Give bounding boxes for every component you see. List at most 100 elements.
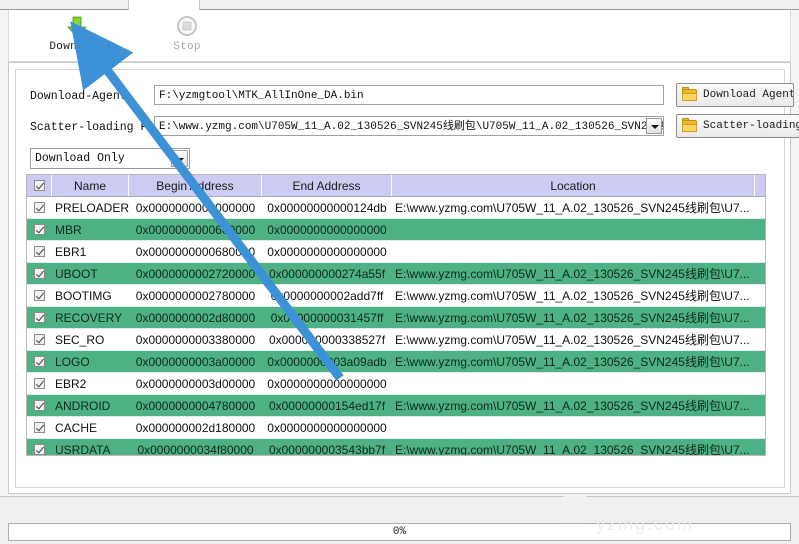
cell-begin-address: 0x0000000003a00000 [135, 355, 256, 369]
cell-location [392, 219, 755, 240]
table-row[interactable]: USRDATA 0x0000000034f80000 0x000000003543b… [27, 439, 765, 456]
row-checkbox[interactable] [27, 373, 52, 394]
cell-location: E:\www.yzmg.com\U705W_11_A.02_130526_SVN… [395, 399, 750, 413]
table-row[interactable]: UBOOT 0x0000000002720000 0x000000000274a55… [27, 263, 765, 285]
table-body: PRELOADER 0x0000000000000000 0x00000000000… [27, 197, 765, 456]
cell-name: BOOTIMG [55, 289, 112, 303]
row-checkbox[interactable] [27, 219, 52, 240]
cell-name: ANDROID [55, 399, 111, 413]
row-checkbox[interactable] [27, 241, 52, 262]
table-row[interactable]: CACHE 0x000000002d180000 0x000000000000000… [27, 417, 765, 439]
row-checkbox[interactable] [27, 263, 52, 284]
stop-circle-icon [141, 14, 233, 40]
tab-active[interactable] [128, 0, 200, 10]
scatter-loading-browse-label: Scatter-loading [703, 120, 799, 132]
chevron-down-icon[interactable] [171, 150, 188, 167]
scatter-loading-label: Scatter-loading Fil [30, 121, 162, 134]
cell-end-address: 0x000000003543bb7f [268, 443, 386, 456]
download-button-label: Download [49, 41, 105, 53]
cell-name: EBR1 [55, 245, 87, 259]
cell-name: SEC_RO [55, 333, 105, 347]
cell-end-address: 0x0000000000000000 [267, 421, 387, 435]
cell-name: MBR [55, 223, 82, 237]
cell-location [392, 241, 755, 262]
table-row[interactable]: RECOVERY 0x0000000002d80000 0x000000000314… [27, 307, 765, 329]
table-row[interactable]: SEC_RO 0x0000000003380000 0x00000000033852… [27, 329, 765, 351]
cell-begin-address: 0x0000000000680000 [135, 245, 256, 259]
table-header-row: Name Begin Address End Address Location [27, 175, 765, 197]
panel-inner: Download-Agent F:\yzmgtool\MTK_AllInOne_… [15, 69, 799, 488]
column-header-name[interactable]: Name [52, 175, 129, 196]
cell-location: E:\www.yzmg.com\U705W_11_A.02_130526_SVN… [395, 201, 750, 215]
folder-icon [682, 87, 697, 101]
row-checkbox[interactable] [27, 329, 52, 350]
table-row[interactable]: MBR 0x0000000000600000 0x0000000000000000 [27, 219, 765, 241]
progress-bar: 0% [8, 523, 791, 541]
tab-strip [0, 0, 799, 10]
row-checkbox[interactable] [27, 351, 52, 372]
row-checkbox[interactable] [27, 197, 52, 218]
cell-end-address: 0x0000000002add7ff [270, 289, 384, 303]
toolbar: Download Stop [8, 10, 791, 62]
table-row[interactable]: PRELOADER 0x0000000000000000 0x00000000000… [27, 197, 765, 219]
download-mode-select[interactable]: Download Only [30, 148, 190, 169]
download-agent-browse-button[interactable]: Download Agent [676, 83, 794, 107]
main-panel: Download-Agent F:\yzmgtool\MTK_AllInOne_… [8, 62, 799, 494]
table-row[interactable]: ANDROID 0x0000000004780000 0x00000000154ed… [27, 395, 765, 417]
table-row[interactable]: LOGO 0x0000000003a00000 0x0000000003a09adb… [27, 351, 765, 373]
cell-end-address: 0x0000000000000000 [267, 245, 387, 259]
cell-begin-address: 0x000000002d180000 [135, 421, 256, 435]
download-button[interactable]: Download [31, 14, 123, 60]
column-header-begin[interactable]: Begin Address [129, 175, 262, 196]
cell-end-address: 0x00000000000124db [267, 201, 387, 215]
download-arrow-icon [31, 14, 123, 40]
cell-name: PRELOADER [55, 201, 129, 215]
cell-end-address: 0x00000000031457ff [270, 311, 384, 325]
scatter-loading-combobox[interactable]: E:\www.yzmg.com\U705W_11_A.02_130526_SVN… [154, 116, 664, 136]
column-header-end[interactable]: End Address [262, 175, 392, 196]
cell-begin-address: 0x0000000003380000 [135, 333, 256, 347]
stop-button[interactable]: Stop [141, 14, 233, 60]
progress-text: 0% [392, 526, 407, 538]
cell-begin-address: 0x0000000034f80000 [137, 443, 254, 456]
stop-button-label: Stop [173, 41, 201, 53]
cell-end-address: 0x00000000154ed17f [268, 399, 386, 413]
cell-begin-address: 0x0000000004780000 [135, 399, 256, 413]
cell-begin-address: 0x0000000000600000 [135, 223, 256, 237]
column-header-location[interactable]: Location [392, 175, 755, 196]
row-checkbox[interactable] [27, 307, 52, 328]
cell-location: E:\www.yzmg.com\U705W_11_A.02_130526_SVN… [395, 333, 750, 347]
cell-begin-address: 0x0000000002d80000 [135, 311, 256, 325]
cell-name: CACHE [55, 421, 98, 435]
cell-begin-address: 0x0000000002720000 [135, 267, 256, 281]
cell-location: E:\www.yzmg.com\U705W_11_A.02_130526_SVN… [395, 267, 750, 281]
download-agent-input[interactable]: F:\yzmgtool\MTK_AllInOne_DA.bin [154, 85, 664, 105]
scatter-loading-browse-button[interactable]: Scatter-loading [676, 114, 799, 138]
table-row[interactable]: BOOTIMG 0x0000000002780000 0x0000000002add… [27, 285, 765, 307]
table-row[interactable]: EBR2 0x0000000003d00000 0x0000000000000000 [27, 373, 765, 395]
cell-begin-address: 0x0000000002780000 [135, 289, 256, 303]
cell-begin-address: 0x0000000003d00000 [135, 377, 256, 391]
row-checkbox[interactable] [27, 417, 52, 438]
cell-end-address: 0x000000000274a55f [268, 267, 386, 281]
flash-tool-window: Download Stop Download-Agent F:\yzmgtool… [0, 0, 799, 544]
cell-name: UBOOT [55, 267, 98, 281]
table-row[interactable]: EBR1 0x0000000000680000 0x0000000000000000 [27, 241, 765, 263]
cell-location: E:\www.yzmg.com\U705W_11_A.02_130526_SVN… [395, 355, 750, 369]
row-checkbox[interactable] [27, 285, 52, 306]
download-agent-label: Download-Agent [30, 90, 127, 103]
chevron-down-icon[interactable] [646, 118, 662, 134]
row-checkbox[interactable] [27, 439, 52, 455]
partition-table[interactable]: Name Begin Address End Address Location … [26, 174, 766, 456]
cell-location [392, 373, 755, 394]
cell-location: E:\www.yzmg.com\U705W_11_A.02_130526_SVN… [395, 289, 750, 303]
cell-location: E:\www.yzmg.com\U705W_11_A.02_130526_SVN… [395, 311, 750, 325]
row-checkbox[interactable] [27, 395, 52, 416]
cell-end-address: 0x0000000000000000 [267, 223, 387, 237]
scatter-loading-value: E:\www.yzmg.com\U705W_11_A.02_130526_SVN… [159, 121, 664, 133]
cell-begin-address: 0x0000000000000000 [135, 201, 256, 215]
cell-location: E:\www.yzmg.com\U705W_11_A.02_130526_SVN… [395, 443, 750, 456]
cell-end-address: 0x0000000000000000 [267, 377, 387, 391]
select-all-checkbox[interactable] [27, 175, 52, 196]
cell-name: EBR2 [55, 377, 87, 391]
